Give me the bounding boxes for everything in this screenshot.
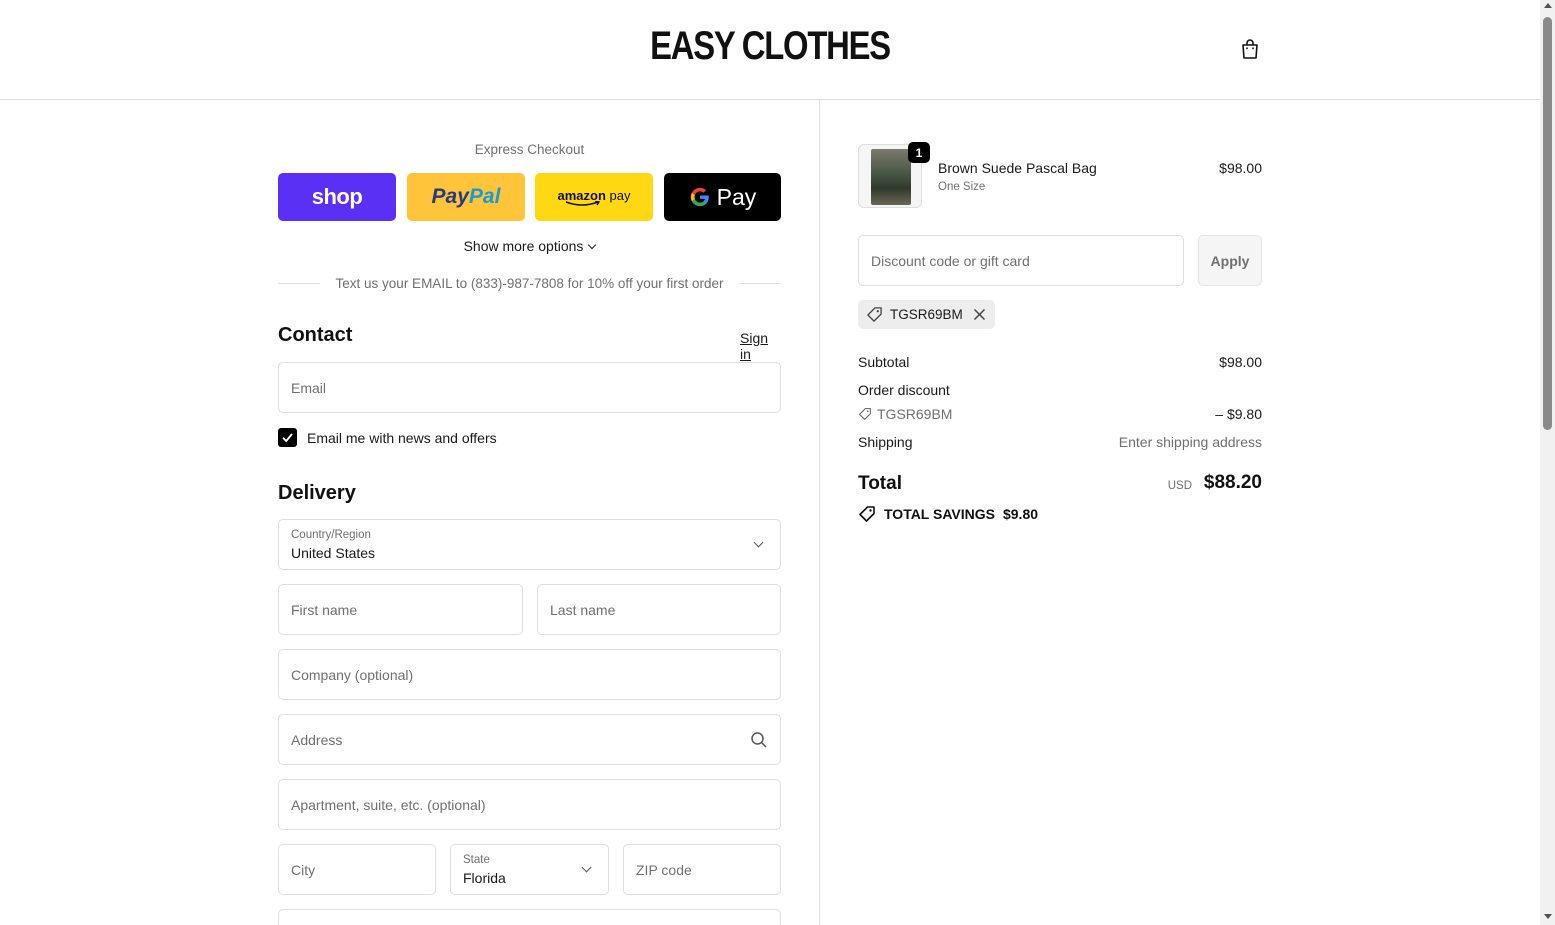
column-divider xyxy=(819,100,820,925)
chevron-down-icon xyxy=(588,240,597,250)
shipping-value: Enter shipping address xyxy=(1118,434,1262,450)
subtotal-value: $98.00 xyxy=(1219,354,1262,370)
shopping-bag-icon[interactable] xyxy=(1238,37,1262,61)
phone-field[interactable] xyxy=(278,909,781,925)
zip-input[interactable] xyxy=(624,845,780,894)
discount-value: – $9.80 xyxy=(1215,406,1262,422)
paypal-button[interactable]: Pay Pal xyxy=(407,173,525,221)
divider-line-right xyxy=(739,283,781,284)
company-field[interactable] xyxy=(278,649,781,700)
first-name-field[interactable] xyxy=(278,584,523,635)
order-discount-row: Order discount xyxy=(858,382,1262,398)
show-more-label: Show more options xyxy=(463,238,584,254)
product-thumbnail: 1 xyxy=(858,142,930,208)
tag-icon xyxy=(867,307,882,322)
total-currency: USD xyxy=(1167,480,1192,492)
chevron-down-icon xyxy=(753,537,764,548)
address-field[interactable] xyxy=(278,714,781,765)
first-name-input[interactable] xyxy=(279,585,522,634)
checkmark-icon xyxy=(282,433,293,443)
total-savings-label: TOTAL SAVINGS xyxy=(884,506,995,522)
store-logo[interactable]: EASY CLOTHES xyxy=(139,24,1402,69)
scroll-down-arrow-icon[interactable] xyxy=(1544,914,1552,919)
order-discount-label: Order discount xyxy=(858,382,950,398)
shipping-row: Shipping Enter shipping address xyxy=(858,434,1262,450)
product-variant: One Size xyxy=(938,181,986,193)
search-icon xyxy=(751,732,767,748)
country-select[interactable]: Country/Region United States xyxy=(278,519,781,570)
product-name: Brown Suede Pascal Bag xyxy=(938,160,1097,176)
total-value: $88.20 xyxy=(1203,472,1262,493)
applied-discount-chip: TGSR69BM xyxy=(858,300,995,329)
city-field[interactable] xyxy=(278,844,436,895)
tag-icon xyxy=(858,407,872,421)
express-checkout-label: Express Checkout xyxy=(474,142,585,157)
scroll-thumb[interactable] xyxy=(1543,17,1552,430)
amazon-pay-button[interactable]: amazon pay xyxy=(535,173,653,221)
discount-code-field[interactable] xyxy=(858,235,1184,286)
last-name-field[interactable] xyxy=(537,584,781,635)
delivery-heading: Delivery xyxy=(278,482,356,504)
amazon-smile-icon xyxy=(565,200,601,206)
divider-line-left xyxy=(278,283,320,284)
subtotal-label: Subtotal xyxy=(858,354,910,370)
show-more-options-button[interactable]: Show more options xyxy=(278,238,781,254)
city-input[interactable] xyxy=(279,845,435,894)
chevron-down-icon xyxy=(581,862,592,873)
state-value: Florida xyxy=(463,870,506,886)
quantity-badge: 1 xyxy=(908,142,930,163)
remove-discount-close-icon[interactable] xyxy=(973,308,986,321)
sms-promo-divider: Text us your EMAIL to (833)-987-7808 for… xyxy=(278,276,781,291)
company-input[interactable] xyxy=(279,650,780,699)
total-label: Total xyxy=(858,473,902,494)
page-scrollbar[interactable] xyxy=(1540,0,1555,925)
discount-code-row: TGSR69BM – $9.80 xyxy=(858,406,1262,422)
zip-field[interactable] xyxy=(623,844,781,895)
country-value: United States xyxy=(291,545,376,561)
paypal-logo-part-2: Pal xyxy=(468,185,501,208)
address-input[interactable] xyxy=(279,715,780,764)
google-pay-text: Pay xyxy=(716,183,757,210)
product-price: $98.00 xyxy=(1219,160,1262,176)
scroll-up-arrow-icon[interactable] xyxy=(1544,3,1552,8)
product-image xyxy=(871,149,911,205)
shop-pay-logo: shop xyxy=(311,184,363,209)
newsletter-checkbox[interactable] xyxy=(278,428,297,447)
country-label: Country/Region xyxy=(291,529,371,541)
newsletter-option[interactable]: Email me with news and offers xyxy=(278,428,497,447)
apply-discount-button[interactable]: Apply xyxy=(1198,235,1262,286)
site-header: EASY CLOTHES xyxy=(0,0,1540,100)
apartment-input[interactable] xyxy=(279,780,780,829)
contact-heading: Contact xyxy=(278,324,353,346)
subtotal-row: Subtotal $98.00 xyxy=(858,354,1262,370)
email-input[interactable] xyxy=(279,363,780,412)
discount-code-text: TGSR69BM xyxy=(877,406,953,422)
discount-code-input[interactable] xyxy=(859,236,1183,285)
state-select[interactable]: State Florida xyxy=(450,844,609,895)
sign-in-link[interactable]: Sign in xyxy=(740,330,781,362)
email-field[interactable] xyxy=(278,362,781,413)
shop-pay-button[interactable]: shop xyxy=(278,173,396,221)
total-savings: TOTAL SAVINGS $9.80 xyxy=(858,505,1038,523)
shipping-label: Shipping xyxy=(858,434,913,450)
applied-discount-code: TGSR69BM xyxy=(890,307,963,322)
savings-tag-icon xyxy=(859,506,875,522)
google-g-icon xyxy=(690,187,709,207)
last-name-input[interactable] xyxy=(538,585,780,634)
google-pay-button[interactable]: Pay xyxy=(664,173,781,221)
total-savings-value: $9.80 xyxy=(1002,506,1039,522)
newsletter-label: Email me with news and offers xyxy=(307,429,497,446)
sms-promo-text: Text us your EMAIL to (833)-987-7808 for… xyxy=(335,276,724,291)
state-label: State xyxy=(463,854,490,866)
apartment-field[interactable] xyxy=(278,779,781,830)
paypal-logo-part-1: Pay xyxy=(431,185,469,208)
